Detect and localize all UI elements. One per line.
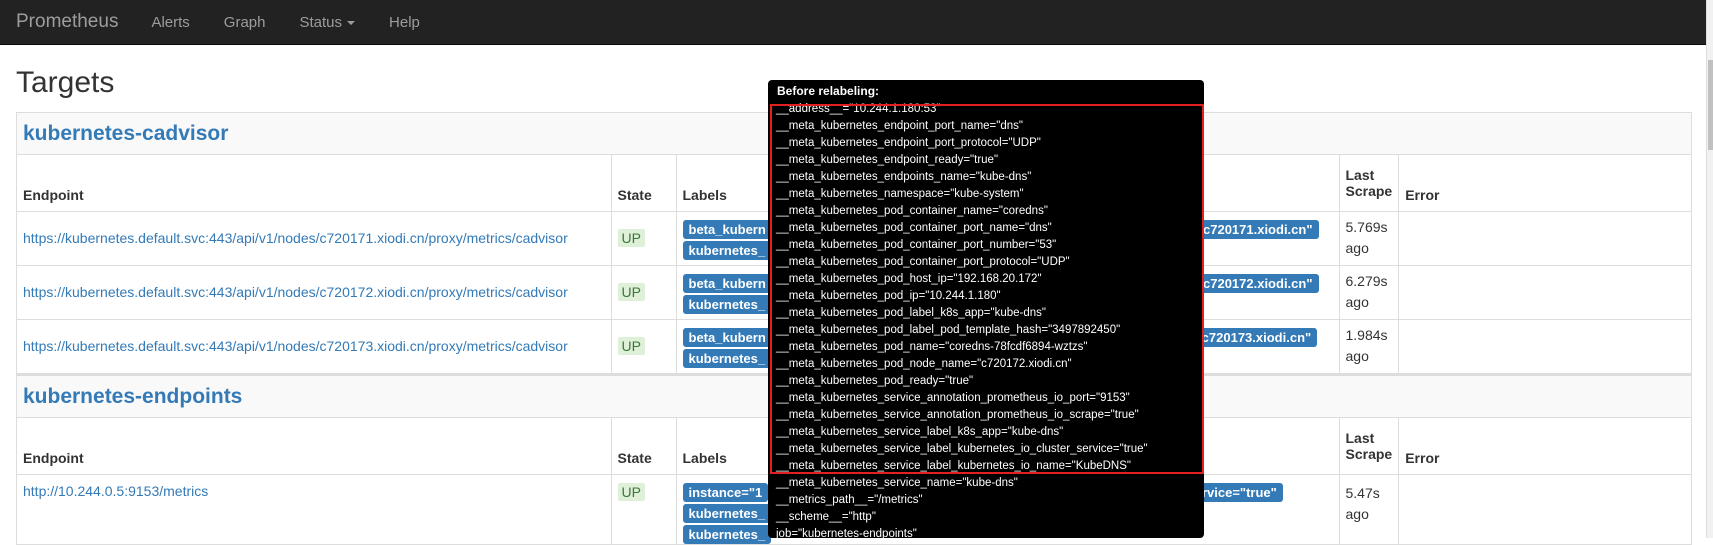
nav-status-label: Status: [299, 13, 343, 31]
nav-alerts[interactable]: Alerts: [134, 14, 206, 31]
navbar: Prometheus Alerts Graph Status Help: [0, 0, 1706, 45]
tooltip-line: __meta_kubernetes_service_label_kubernet…: [776, 460, 1131, 472]
last-scrape-value: 5.47s: [1345, 484, 1380, 501]
col-error: Error: [1398, 418, 1691, 475]
tooltip-line: __meta_kubernetes_pod_host_ip="192.168.2…: [776, 273, 1042, 285]
last-scrape-value: 6.279s: [1345, 273, 1388, 289]
caret-down-icon: [347, 20, 356, 25]
scrollbar-thumb[interactable]: [1708, 60, 1713, 150]
tooltip-line: __meta_kubernetes_pod_container_name="co…: [776, 205, 1048, 217]
tooltip-line: __meta_kubernetes_pod_label_pod_template…: [776, 324, 1121, 336]
tooltip-line: __meta_kubernetes_pod_ip="10.244.1.180": [776, 290, 1001, 302]
endpoint-link[interactable]: https://kubernetes.default.svc:443/api/v…: [23, 230, 568, 246]
job-link-cadvisor[interactable]: kubernetes-cadvisor: [23, 122, 228, 146]
tooltip-line: job="kubernetes-endpoints": [776, 528, 917, 538]
label-badge: beta_kubern: [682, 219, 772, 239]
label-badge: "c720173.xiodi.cn": [1189, 327, 1318, 347]
last-scrape-value: 5.769s: [1345, 219, 1388, 235]
label-badge: beta_kubern: [682, 327, 772, 347]
tooltip-line: __scheme__="http": [776, 511, 876, 523]
label-badge: instance="1: [682, 482, 769, 502]
tooltip-lines: __address__="10.244.1.180:53" __meta_kube…: [776, 101, 1148, 538]
nav-status[interactable]: Status: [283, 14, 373, 31]
last-scrape-ago: ago: [1345, 505, 1369, 522]
col-endpoint: Endpoint: [17, 418, 612, 475]
last-scrape-ago: ago: [1345, 294, 1369, 310]
endpoint-link[interactable]: https://kubernetes.default.svc:443/api/v…: [23, 284, 568, 300]
tooltip-line: __meta_kubernetes_service_annotation_pro…: [776, 409, 1139, 421]
tooltip-line: __meta_kubernetes_service_annotation_pro…: [776, 392, 1130, 404]
nav-help[interactable]: Help: [372, 14, 437, 31]
job-link-endpoints[interactable]: kubernetes-endpoints: [23, 385, 242, 409]
tooltip-line: __meta_kubernetes_service_label_kubernet…: [776, 443, 1148, 455]
tooltip-title: Before relabeling:: [777, 84, 880, 98]
state-badge: UP: [617, 229, 645, 247]
tooltip-line: __meta_kubernetes_pod_label_k8s_app="kub…: [776, 307, 1046, 319]
label-badge: beta_kubern: [682, 273, 772, 293]
col-last-scrape: Last Scrape: [1339, 155, 1400, 212]
tooltip-line: __meta_kubernetes_pod_container_port_nam…: [776, 222, 1052, 234]
nav-graph[interactable]: Graph: [207, 14, 283, 31]
error-cell: [1398, 474, 1691, 545]
last-scrape-ago: ago: [1345, 348, 1369, 364]
page-scrollbar[interactable]: [1706, 0, 1713, 538]
tooltip-line: __meta_kubernetes_service_name="kube-dns…: [776, 477, 1018, 489]
tooltip-line: __meta_kubernetes_namespace="kube-system…: [776, 188, 1024, 200]
label-badge: kubernetes_: [682, 348, 772, 368]
label-badge: kubernetes_: [682, 294, 772, 314]
endpoint-link[interactable]: https://kubernetes.default.svc:443/api/v…: [23, 338, 568, 354]
relabeling-tooltip: Before relabeling: __address__="10.244.1…: [768, 80, 1204, 538]
error-cell: [1398, 265, 1691, 320]
tooltip-line: __meta_kubernetes_pod_ready="true": [776, 375, 974, 387]
error-cell: [1398, 319, 1691, 374]
tooltip-line: __meta_kubernetes_endpoint_ready="true": [776, 154, 999, 166]
label-badge: kubernetes_: [682, 524, 772, 544]
col-last-scrape-line2: Scrape: [1345, 445, 1393, 462]
tooltip-line: __meta_kubernetes_pod_node_name="c720172…: [776, 358, 1072, 370]
tooltip-line: __meta_kubernetes_endpoint_port_name="dn…: [776, 120, 1023, 132]
tooltip-line: __meta_kubernetes_pod_name="coredns-78fc…: [776, 341, 1088, 353]
error-cell: [1398, 211, 1691, 266]
col-last-scrape-line1: Last: [1345, 166, 1375, 183]
tooltip-line: __meta_kubernetes_pod_container_port_num…: [776, 239, 1057, 251]
last-scrape-value: 1.984s: [1345, 327, 1388, 343]
tooltip-line: __meta_kubernetes_pod_container_port_pro…: [776, 256, 1070, 268]
tooltip-line: __meta_kubernetes_service_label_k8s_app=…: [776, 426, 1064, 438]
state-badge: UP: [617, 482, 645, 501]
last-scrape-ago: ago: [1345, 240, 1369, 256]
state-badge: UP: [617, 283, 645, 301]
col-endpoint: Endpoint: [17, 155, 612, 212]
brand-link[interactable]: Prometheus: [0, 11, 134, 33]
label-badge: kubernetes_: [682, 503, 772, 523]
col-state: State: [611, 418, 677, 475]
col-last-scrape: Last Scrape: [1339, 418, 1400, 475]
col-last-scrape-line1: Last: [1345, 429, 1375, 446]
col-last-scrape-line2: Scrape: [1345, 182, 1393, 199]
state-badge: UP: [617, 337, 645, 355]
tooltip-line: __meta_kubernetes_endpoints_name="kube-d…: [776, 171, 1032, 183]
tooltip-line: __meta_kubernetes_endpoint_port_protocol…: [776, 137, 1041, 149]
col-error: Error: [1398, 155, 1691, 212]
page-title: Targets: [16, 66, 115, 99]
tooltip-line: __metrics_path__="/metrics": [776, 494, 923, 506]
col-state: State: [611, 155, 677, 212]
label-badge: kubernetes_: [682, 240, 772, 260]
tooltip-line: __address__="10.244.1.180:53": [776, 103, 941, 115]
endpoint-link[interactable]: http://10.244.0.5:9153/metrics: [23, 483, 208, 499]
